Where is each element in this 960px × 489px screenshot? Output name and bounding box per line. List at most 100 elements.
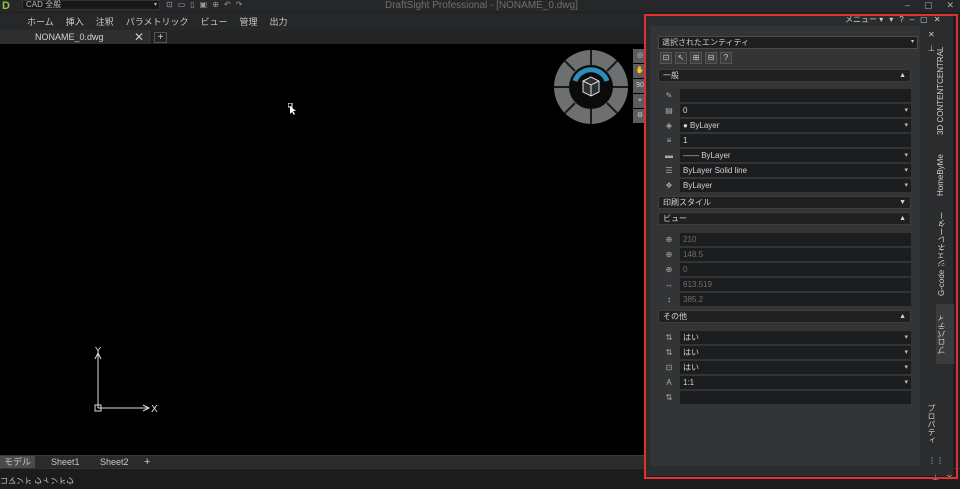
tab-view[interactable]: ビュー — [201, 15, 228, 28]
section-view[interactable]: ビュー ▲ — [658, 212, 911, 225]
help-icon[interactable]: ? — [899, 15, 903, 25]
property-row[interactable]: ◈ ● ByLayer ▾ — [658, 118, 911, 133]
print-icon[interactable]: ⊕ — [212, 0, 219, 10]
close-icon[interactable]: ✕ — [928, 30, 935, 39]
maximize-button[interactable]: ▢ — [924, 0, 933, 11]
annotation-scale-icon: A — [666, 378, 672, 387]
maximize-icon[interactable]: ▢ — [920, 15, 928, 25]
help-icon[interactable]: ? — [720, 52, 732, 64]
chevron-down-icon: ▾ — [904, 182, 908, 189]
view-cube[interactable] — [553, 49, 629, 125]
chevron-down-icon: ▾ — [904, 152, 908, 159]
close-button[interactable]: ✕ — [946, 0, 954, 11]
window-controls: – ▢ ✕ — [905, 0, 954, 11]
ucs-on-icon: ⇅ — [665, 333, 673, 342]
pencil-icon: ✎ — [665, 91, 673, 100]
property-row[interactable]: ⇅ はい ▾ — [658, 345, 911, 360]
collapse-icon: ▲ — [899, 313, 906, 320]
select-icon[interactable]: ↖ — [675, 52, 687, 64]
app-window: { "app": { "logo": "D", "workspace": "CA… — [0, 0, 960, 489]
property-value: 385.2 — [680, 293, 911, 306]
collapse-icon: ▲ — [899, 72, 906, 79]
tab-annotate[interactable]: 注釈 — [96, 15, 114, 28]
property-value: 0 — [683, 106, 688, 115]
property-value: 148.5 — [680, 248, 911, 261]
redo-icon[interactable]: ↷ — [236, 0, 243, 10]
add-tab-button[interactable]: + — [154, 32, 167, 43]
close-icon[interactable]: ✕ — [946, 473, 953, 482]
center-y-icon: ⊕ — [665, 250, 673, 259]
app-logo-icon: D — [2, 0, 10, 12]
property-row[interactable]: ▤ 0 ▾ — [658, 103, 911, 118]
center-x-icon: ⊕ — [665, 235, 673, 244]
open-icon[interactable]: ▭ — [178, 0, 186, 10]
minimize-button[interactable]: – — [905, 0, 910, 11]
panel-menu: メニュー ▾ ▾ ? – ▢ ✕ — [845, 15, 940, 25]
property-value: はい — [683, 348, 699, 357]
panel-menu-button[interactable]: メニュー ▾ — [845, 15, 883, 25]
sheet-tab-sheet2[interactable]: Sheet2 — [100, 456, 129, 468]
close-icon[interactable]: ✕ — [934, 15, 941, 25]
linestyle-icon: ☰ — [665, 166, 673, 175]
chevron-down-icon: ▾ — [904, 107, 908, 114]
tab-gcode-generator[interactable]: G-code ジェネレーター — [936, 206, 954, 301]
property-value: 1 — [680, 134, 911, 147]
save-icon[interactable]: ▯ — [190, 0, 194, 10]
document-tab-bar: NONAME_0.dwg ✕ + — [0, 30, 645, 44]
chevron-down-icon: ▾ — [904, 364, 908, 371]
ucs-viewport-icon: ⊡ — [665, 363, 673, 372]
save-as-icon[interactable]: ▣ — [200, 0, 208, 10]
properties-toolbar: ⊡ ↖ ⊞ ⊟ ? — [660, 52, 732, 64]
sheet-tab-model[interactable]: モデル — [0, 456, 36, 468]
ribbon-tabs: ホーム 挿入 注釈 パラメトリック ビュー 管理 出力 — [0, 13, 645, 30]
chevron-down-icon: ▾ — [153, 2, 157, 8]
tab-output[interactable]: 出力 — [270, 15, 288, 28]
property-row: ⊕ 148.5 — [658, 247, 911, 262]
title-bar: D CAD 全般 ▾ ⊡ ▭ ▯ ▣ ⊕ ↶ ↷ DraftSight Profe… — [0, 0, 960, 12]
tab-3d-contentcentral[interactable]: 3D CONTENTCENTRAL — [936, 36, 954, 146]
tab-insert[interactable]: 挿入 — [66, 15, 84, 28]
tab-parametric[interactable]: パラメトリック — [126, 15, 189, 28]
property-value: ByLayer — [683, 181, 713, 190]
document-tab-label: NONAME_0.dwg — [35, 32, 104, 42]
deselect-icon[interactable]: ⊟ — [705, 52, 717, 64]
property-value: はい — [683, 363, 699, 372]
pin-icon[interactable]: ⊥ — [932, 473, 939, 482]
property-value: はい — [683, 333, 699, 342]
add-sheet-button[interactable]: + — [144, 456, 150, 468]
section-general[interactable]: 一般 ▲ — [658, 69, 911, 82]
toggle-pickadd-icon[interactable]: ⊡ — [660, 52, 672, 64]
property-row[interactable]: ⇅ — [658, 390, 911, 405]
close-icon[interactable]: ✕ — [134, 30, 144, 44]
property-row[interactable]: A 1:1 ▾ — [658, 375, 911, 390]
pin-icon[interactable]: ⊥ — [928, 44, 935, 53]
section-misc[interactable]: その他 ▲ — [658, 310, 911, 323]
section-print-style[interactable]: 印刷スタイル ▼ — [658, 196, 911, 209]
tab-properties[interactable]: プロパティ — [936, 304, 954, 364]
tab-manage[interactable]: 管理 — [240, 15, 258, 28]
new-icon[interactable]: ⊡ — [166, 0, 173, 10]
property-row[interactable]: ⊡ はい ▾ — [658, 360, 911, 375]
minimize-icon[interactable]: – — [910, 15, 914, 25]
property-row[interactable]: ▬ —— ByLayer ▾ — [658, 148, 911, 163]
entity-selector[interactable]: 選択されたエンティティ ▾ — [658, 36, 918, 49]
property-row[interactable]: ✎ — [658, 88, 911, 103]
document-tab[interactable]: NONAME_0.dwg ✕ — [0, 30, 150, 44]
chevron-down-icon[interactable]: ▾ — [889, 15, 893, 25]
window-title: DraftSight Professional - [NONAME_0.dwg] — [385, 0, 578, 11]
property-value: ● ByLayer — [683, 121, 720, 130]
collapse-icon: ▲ — [899, 215, 906, 222]
undo-icon[interactable]: ↶ — [224, 0, 231, 10]
property-row[interactable]: ⇅ はい ▾ — [658, 330, 911, 345]
quick-select-icon[interactable]: ⊞ — [690, 52, 702, 64]
workspace-select[interactable]: CAD 全般 ▾ — [22, 0, 160, 10]
tab-home[interactable]: ホーム — [27, 15, 54, 28]
property-row[interactable]: ≡ 1 — [658, 133, 911, 148]
sheet-tab-sheet1[interactable]: Sheet1 — [51, 456, 80, 468]
tab-homebyme[interactable]: HomeByMe — [936, 148, 954, 203]
property-value — [680, 391, 911, 404]
property-row[interactable]: ❖ ByLayer ▾ — [658, 178, 911, 193]
property-row[interactable]: ☰ ByLayer Solid line ▾ — [658, 163, 911, 178]
lineweight-icon: ▬ — [665, 151, 673, 160]
property-value: —— ByLayer — [683, 151, 731, 160]
